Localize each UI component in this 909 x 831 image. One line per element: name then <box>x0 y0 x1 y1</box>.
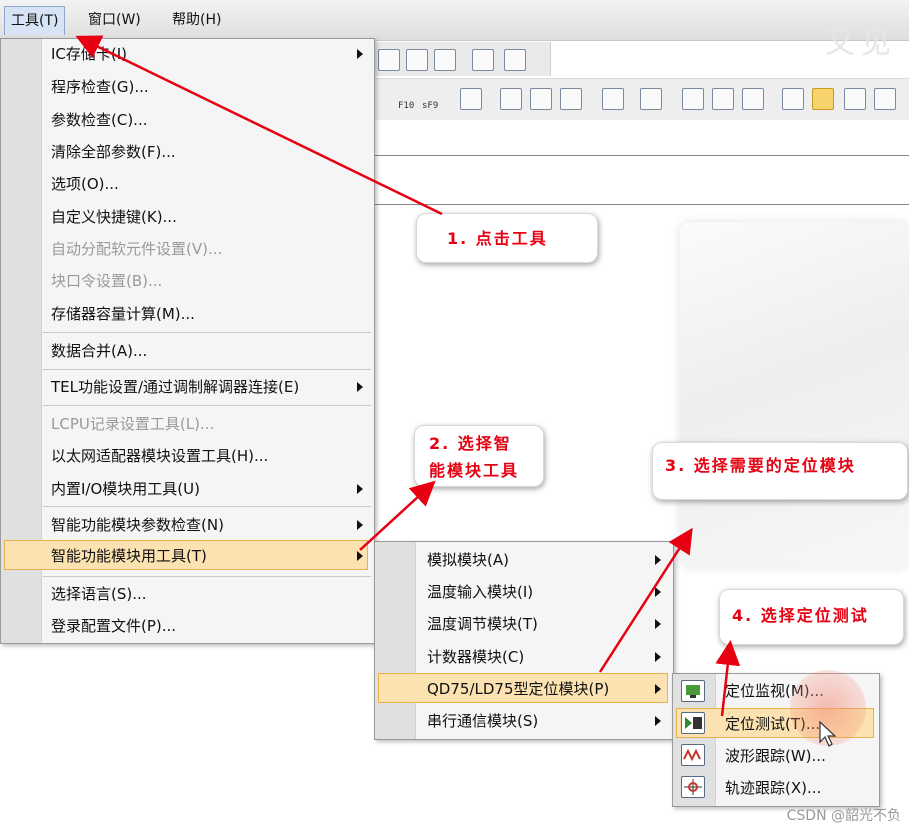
arrow-step-2 <box>359 480 436 551</box>
arrow-step-4 <box>715 640 741 717</box>
arrow-step-1 <box>75 35 443 216</box>
arrow-step-3 <box>598 527 693 673</box>
csdn-credit: CSDN @韶光不负 <box>786 808 901 824</box>
annotation-arrows <box>75 35 741 717</box>
